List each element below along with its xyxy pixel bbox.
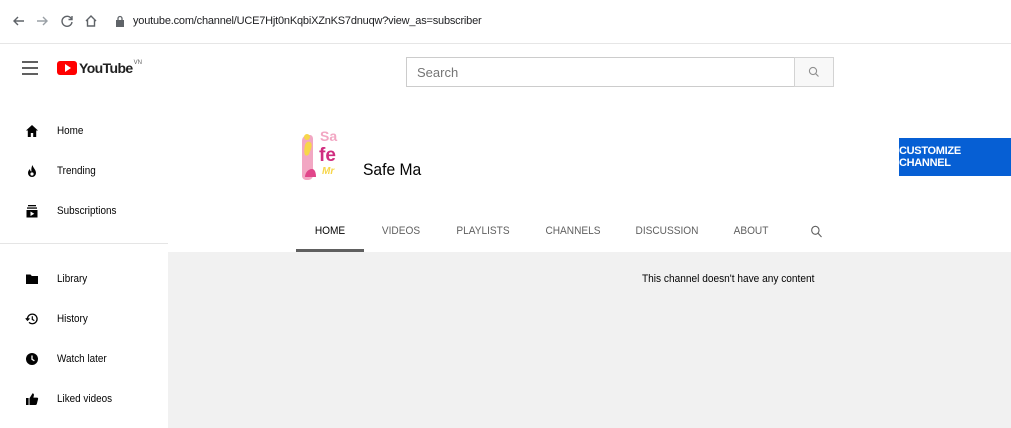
sidebar-item-library[interactable]: Library: [0, 259, 168, 299]
search-icon: [810, 225, 822, 237]
tab-about[interactable]: ABOUT: [730, 210, 772, 252]
address-bar[interactable]: youtube.com/channel/UCE7Hjt0nKqbiXZnKS7d…: [115, 8, 1005, 34]
logo-country-code: VN: [133, 60, 142, 66]
tab-label: ABOUT: [733, 225, 769, 237]
sidebar-item-label: Watch later: [57, 353, 107, 365]
browser-home-icon: [85, 15, 97, 27]
channel-search-button[interactable]: [801, 210, 830, 252]
hamburger-icon: [22, 61, 38, 75]
tab-playlists[interactable]: PLAYLISTS: [455, 210, 510, 252]
sidebar-item-label: Subscriptions: [57, 205, 117, 217]
sidebar-divider: [0, 243, 168, 244]
svg-text:Mr: Mr: [322, 166, 335, 177]
logo-text: YouTube: [79, 60, 133, 76]
channel-logo-image: Sa fe Mr: [298, 123, 346, 185]
browser-toolbar: youtube.com/channel/UCE7Hjt0nKqbiXZnKS7d…: [0, 0, 1011, 44]
tab-label: HOME: [314, 225, 346, 237]
liked-videos-icon: [25, 392, 39, 406]
youtube-header: YouTube VN: [0, 44, 1011, 98]
tab-label: PLAYLISTS: [456, 225, 510, 237]
home-button[interactable]: [82, 12, 100, 30]
sidebar-item-label: Library: [57, 273, 88, 285]
arrow-right-icon: [37, 16, 48, 26]
tab-label: DISCUSSION: [635, 225, 699, 237]
search-button[interactable]: [794, 57, 834, 87]
youtube-logo[interactable]: YouTube VN: [57, 60, 142, 76]
customize-channel-button[interactable]: CUSTOMIZE CHANNEL: [899, 138, 1011, 176]
history-icon: [25, 312, 39, 326]
tab-label: VIDEOS: [381, 225, 421, 237]
trending-icon: [25, 164, 39, 178]
channel-avatar[interactable]: Sa fe Mr: [298, 123, 346, 185]
home-icon: [25, 124, 39, 138]
sidebar-item-label: Trending: [57, 165, 96, 177]
url-text: youtube.com/channel/UCE7Hjt0nKqbiXZnKS7d…: [133, 15, 482, 27]
sidebar-item-home[interactable]: Home: [0, 111, 168, 151]
sidebar-item-history[interactable]: History: [0, 299, 168, 339]
sidebar-item-watch-later[interactable]: Watch later: [0, 339, 168, 379]
reload-button[interactable]: [58, 12, 76, 30]
sidebar-item-label: History: [57, 313, 88, 325]
empty-content-message: This channel doesn't have any content: [642, 273, 815, 285]
subscriptions-icon: [25, 204, 39, 218]
channel-content: This channel doesn't have any content: [168, 252, 1011, 428]
sidebar: Home Trending Subscriptions Library Hist…: [0, 98, 168, 428]
sidebar-item-label: Liked videos: [57, 393, 113, 405]
sidebar-item-subscriptions[interactable]: Subscriptions: [0, 191, 168, 231]
search-box: [406, 57, 794, 87]
tab-channels[interactable]: CHANNELS: [544, 210, 601, 252]
watch-later-icon: [25, 352, 39, 366]
svg-text:fe: fe: [319, 145, 336, 166]
search-input[interactable]: [407, 58, 794, 86]
search-icon: [808, 66, 819, 77]
tab-videos[interactable]: VIDEOS: [378, 210, 424, 252]
arrow-left-icon: [13, 16, 24, 26]
library-icon: [25, 272, 39, 286]
tab-home[interactable]: HOME: [299, 210, 362, 252]
svg-text:Sa: Sa: [320, 128, 337, 144]
channel-title: Safe Ma: [363, 160, 422, 179]
reload-icon: [61, 15, 73, 27]
sidebar-item-liked-videos[interactable]: Liked videos: [0, 379, 168, 419]
back-button[interactable]: [10, 12, 28, 30]
youtube-play-icon: [57, 61, 77, 75]
channel-header: Sa fe Mr Safe Ma CUSTOMIZE CHANNEL HOME …: [168, 98, 1011, 252]
forward-button[interactable]: [33, 12, 51, 30]
tab-label: CHANNELS: [545, 225, 601, 237]
lock-icon: [116, 15, 124, 27]
menu-button[interactable]: [22, 61, 38, 75]
tab-discussion[interactable]: DISCUSSION: [635, 210, 699, 252]
sidebar-item-label: Home: [57, 125, 84, 137]
sidebar-item-trending[interactable]: Trending: [0, 151, 168, 191]
